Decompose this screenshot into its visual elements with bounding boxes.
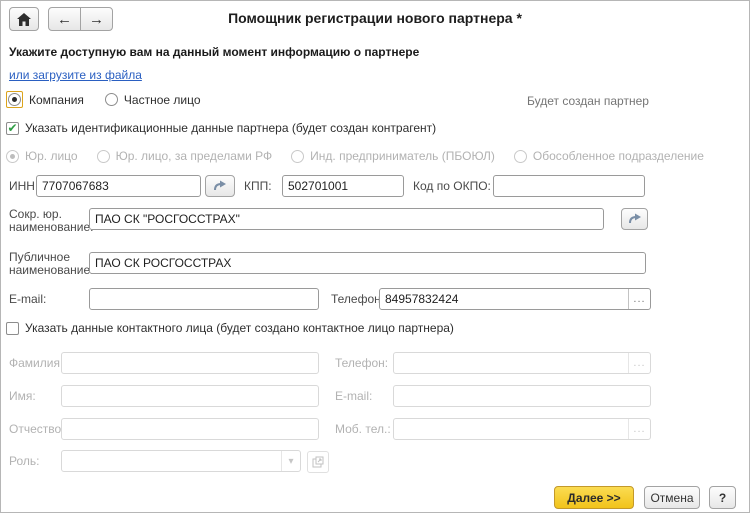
radio-focus-ring — [6, 91, 23, 108]
okpo-label: Код по ОКПО: — [413, 179, 491, 193]
public-name-input[interactable] — [89, 252, 646, 274]
open-form-icon — [312, 456, 324, 468]
radio-company[interactable] — [8, 93, 21, 106]
role-label: Роль: — [9, 454, 39, 468]
ident-checkbox[interactable]: ✔ — [6, 122, 19, 135]
contact-checkbox[interactable] — [6, 322, 19, 335]
contact-checkbox-label[interactable]: Указать данные контактного лица (будет с… — [25, 321, 454, 335]
page-title: Помощник регистрации нового партнера * — [61, 10, 689, 26]
radio-separate-division-label: Обособленное подразделение — [533, 149, 704, 163]
radio-legal-entity — [6, 150, 19, 163]
contact-phone-label: Телефон: — [335, 356, 388, 370]
last-name-input — [61, 352, 319, 374]
contact-mobile-field: ... — [393, 418, 651, 440]
next-button[interactable]: Далее >> — [554, 486, 634, 509]
role-dropdown-icon: ▾ — [281, 451, 300, 471]
will-create-partner-note: Будет создан партнер — [527, 94, 649, 108]
radio-private-person-label[interactable]: Частное лицо — [124, 93, 201, 107]
middle-name-input — [61, 418, 319, 440]
first-name-input — [61, 385, 319, 407]
contact-mobile-label: Моб. тел.: — [335, 422, 391, 436]
email-label: E-mail: — [9, 292, 46, 306]
email-input[interactable] — [89, 288, 319, 310]
radio-individual-entrepreneur-label: Инд. предприниматель (ПБОЮЛ) — [310, 149, 495, 163]
load-from-file-link[interactable]: или загрузите из файла — [9, 68, 142, 82]
radio-separate-division — [514, 150, 527, 163]
radio-company-label[interactable]: Компания — [29, 93, 84, 107]
contact-phone-field: ... — [393, 352, 651, 374]
home-button[interactable] — [9, 7, 39, 31]
wizard-window: ← → Помощник регистрации нового партнера… — [0, 0, 750, 513]
radio-individual-entrepreneur — [291, 150, 304, 163]
role-input — [62, 451, 281, 471]
radio-private-person[interactable] — [105, 93, 118, 106]
okpo-input[interactable] — [493, 175, 645, 197]
short-name-label: Сокр. юр. наименование: — [9, 208, 89, 234]
first-name-label: Имя: — [9, 389, 36, 403]
public-name-label: Публичное наименование: — [9, 251, 89, 277]
contact-email-input — [393, 385, 651, 407]
role-field: ▾ — [61, 450, 301, 472]
contact-checkbox-row: Указать данные контактного лица (будет с… — [6, 321, 454, 335]
radio-foreign-entity — [97, 150, 110, 163]
role-open-button — [307, 451, 329, 473]
fill-arrow-icon — [628, 213, 642, 225]
last-name-label: Фамилия: — [9, 356, 63, 370]
contact-mobile-input — [394, 419, 628, 439]
fill-by-inn-button[interactable] — [205, 175, 235, 197]
kpp-label: КПП: — [244, 179, 272, 193]
inn-label: ИНН: — [9, 179, 38, 193]
cancel-button[interactable]: Отмена — [644, 486, 700, 509]
fill-name-button[interactable] — [621, 208, 648, 230]
check-icon: ✔ — [7, 122, 17, 134]
home-icon — [17, 13, 31, 26]
phone-label: Телефон: — [331, 292, 384, 306]
radio-legal-entity-label: Юр. лицо — [25, 149, 78, 163]
ident-checkbox-row: ✔ Указать идентификационные данные партн… — [6, 121, 436, 135]
short-name-input[interactable] — [89, 208, 604, 230]
phone-dots-button[interactable]: ... — [628, 289, 650, 309]
inn-input[interactable] — [36, 175, 201, 197]
contact-email-label: E-mail: — [335, 389, 372, 403]
help-button[interactable]: ? — [709, 486, 736, 509]
instruction-text: Укажите доступную вам на данный момент и… — [9, 45, 419, 59]
fill-arrow-icon — [213, 180, 227, 192]
partner-type-group: Компания Частное лицо — [6, 91, 201, 108]
middle-name-label: Отчество: — [9, 422, 65, 436]
legal-form-group: Юр. лицо Юр. лицо, за пределами РФ Инд. … — [6, 149, 704, 163]
contact-mobile-dots-button: ... — [628, 419, 650, 439]
phone-input[interactable] — [380, 289, 628, 309]
contact-phone-input — [394, 353, 628, 373]
kpp-input[interactable] — [282, 175, 404, 197]
ident-checkbox-label[interactable]: Указать идентификационные данные партнер… — [25, 121, 436, 135]
contact-phone-dots-button: ... — [628, 353, 650, 373]
radio-foreign-entity-label: Юр. лицо, за пределами РФ — [116, 149, 273, 163]
phone-field: ... — [379, 288, 651, 310]
